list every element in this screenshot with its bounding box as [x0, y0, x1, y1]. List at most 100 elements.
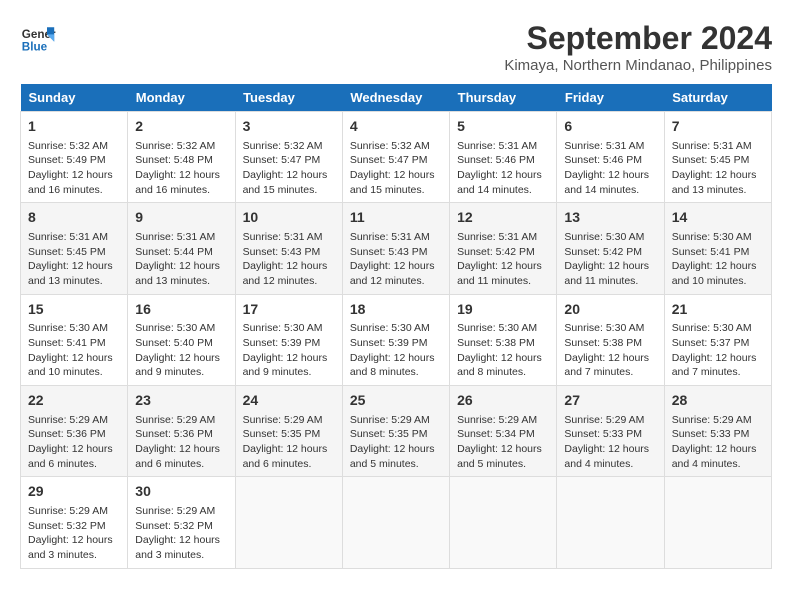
day-detail: Sunrise: 5:31 AM Sunset: 5:44 PM Dayligh… — [135, 230, 227, 289]
day-detail: Sunrise: 5:32 AM Sunset: 5:48 PM Dayligh… — [135, 139, 227, 198]
col-tuesday: Tuesday — [235, 84, 342, 112]
day-number: 3 — [243, 117, 335, 137]
day-number: 23 — [135, 391, 227, 411]
day-number: 22 — [28, 391, 120, 411]
calendar-day-cell: 12Sunrise: 5:31 AM Sunset: 5:42 PM Dayli… — [450, 203, 557, 294]
day-detail: Sunrise: 5:29 AM Sunset: 5:36 PM Dayligh… — [135, 413, 227, 472]
calendar-week-row: 1Sunrise: 5:32 AM Sunset: 5:49 PM Daylig… — [21, 112, 772, 203]
day-detail: Sunrise: 5:29 AM Sunset: 5:32 PM Dayligh… — [28, 504, 120, 563]
day-number: 9 — [135, 208, 227, 228]
calendar-day-cell: 6Sunrise: 5:31 AM Sunset: 5:46 PM Daylig… — [557, 112, 664, 203]
day-detail: Sunrise: 5:30 AM Sunset: 5:39 PM Dayligh… — [350, 321, 442, 380]
col-monday: Monday — [128, 84, 235, 112]
calendar-day-cell: 19Sunrise: 5:30 AM Sunset: 5:38 PM Dayli… — [450, 294, 557, 385]
col-saturday: Saturday — [664, 84, 771, 112]
col-wednesday: Wednesday — [342, 84, 449, 112]
calendar-week-row: 29Sunrise: 5:29 AM Sunset: 5:32 PM Dayli… — [21, 477, 772, 568]
day-detail: Sunrise: 5:31 AM Sunset: 5:43 PM Dayligh… — [350, 230, 442, 289]
day-detail: Sunrise: 5:31 AM Sunset: 5:42 PM Dayligh… — [457, 230, 549, 289]
day-detail: Sunrise: 5:29 AM Sunset: 5:34 PM Dayligh… — [457, 413, 549, 472]
day-number: 4 — [350, 117, 442, 137]
calendar-day-cell: 30Sunrise: 5:29 AM Sunset: 5:32 PM Dayli… — [128, 477, 235, 568]
calendar-day-cell — [557, 477, 664, 568]
day-number: 25 — [350, 391, 442, 411]
day-detail: Sunrise: 5:30 AM Sunset: 5:38 PM Dayligh… — [457, 321, 549, 380]
day-detail: Sunrise: 5:32 AM Sunset: 5:47 PM Dayligh… — [350, 139, 442, 198]
logo-icon: General Blue — [20, 20, 56, 56]
title-area: September 2024 Kimaya, Northern Mindanao… — [504, 20, 772, 74]
day-number: 19 — [457, 300, 549, 320]
calendar-day-cell: 11Sunrise: 5:31 AM Sunset: 5:43 PM Dayli… — [342, 203, 449, 294]
day-number: 30 — [135, 482, 227, 502]
calendar-day-cell: 15Sunrise: 5:30 AM Sunset: 5:41 PM Dayli… — [21, 294, 128, 385]
day-detail: Sunrise: 5:31 AM Sunset: 5:43 PM Dayligh… — [243, 230, 335, 289]
calendar-day-cell: 13Sunrise: 5:30 AM Sunset: 5:42 PM Dayli… — [557, 203, 664, 294]
day-detail: Sunrise: 5:29 AM Sunset: 5:33 PM Dayligh… — [672, 413, 764, 472]
day-number: 24 — [243, 391, 335, 411]
calendar-day-cell: 23Sunrise: 5:29 AM Sunset: 5:36 PM Dayli… — [128, 386, 235, 477]
day-detail: Sunrise: 5:29 AM Sunset: 5:32 PM Dayligh… — [135, 504, 227, 563]
calendar-day-cell — [342, 477, 449, 568]
calendar-week-row: 8Sunrise: 5:31 AM Sunset: 5:45 PM Daylig… — [21, 203, 772, 294]
day-number: 11 — [350, 208, 442, 228]
day-detail: Sunrise: 5:29 AM Sunset: 5:35 PM Dayligh… — [243, 413, 335, 472]
calendar-table: Sunday Monday Tuesday Wednesday Thursday… — [20, 84, 772, 569]
calendar-day-cell: 4Sunrise: 5:32 AM Sunset: 5:47 PM Daylig… — [342, 112, 449, 203]
calendar-day-cell: 29Sunrise: 5:29 AM Sunset: 5:32 PM Dayli… — [21, 477, 128, 568]
calendar-day-cell: 9Sunrise: 5:31 AM Sunset: 5:44 PM Daylig… — [128, 203, 235, 294]
calendar-day-cell: 1Sunrise: 5:32 AM Sunset: 5:49 PM Daylig… — [21, 112, 128, 203]
calendar-day-cell: 3Sunrise: 5:32 AM Sunset: 5:47 PM Daylig… — [235, 112, 342, 203]
col-thursday: Thursday — [450, 84, 557, 112]
day-detail: Sunrise: 5:29 AM Sunset: 5:35 PM Dayligh… — [350, 413, 442, 472]
calendar-day-cell: 7Sunrise: 5:31 AM Sunset: 5:45 PM Daylig… — [664, 112, 771, 203]
calendar-day-cell: 21Sunrise: 5:30 AM Sunset: 5:37 PM Dayli… — [664, 294, 771, 385]
day-number: 2 — [135, 117, 227, 137]
day-number: 12 — [457, 208, 549, 228]
day-detail: Sunrise: 5:32 AM Sunset: 5:49 PM Dayligh… — [28, 139, 120, 198]
calendar-week-row: 15Sunrise: 5:30 AM Sunset: 5:41 PM Dayli… — [21, 294, 772, 385]
calendar-day-cell: 2Sunrise: 5:32 AM Sunset: 5:48 PM Daylig… — [128, 112, 235, 203]
day-number: 5 — [457, 117, 549, 137]
day-detail: Sunrise: 5:31 AM Sunset: 5:46 PM Dayligh… — [564, 139, 656, 198]
day-number: 16 — [135, 300, 227, 320]
day-number: 18 — [350, 300, 442, 320]
day-detail: Sunrise: 5:30 AM Sunset: 5:37 PM Dayligh… — [672, 321, 764, 380]
calendar-day-cell — [450, 477, 557, 568]
col-sunday: Sunday — [21, 84, 128, 112]
col-friday: Friday — [557, 84, 664, 112]
calendar-day-cell: 26Sunrise: 5:29 AM Sunset: 5:34 PM Dayli… — [450, 386, 557, 477]
day-detail: Sunrise: 5:32 AM Sunset: 5:47 PM Dayligh… — [243, 139, 335, 198]
calendar-header-row: Sunday Monday Tuesday Wednesday Thursday… — [21, 84, 772, 112]
day-detail: Sunrise: 5:29 AM Sunset: 5:36 PM Dayligh… — [28, 413, 120, 472]
page-header: General Blue September 2024 Kimaya, Nort… — [20, 20, 772, 74]
day-number: 28 — [672, 391, 764, 411]
calendar-day-cell: 24Sunrise: 5:29 AM Sunset: 5:35 PM Dayli… — [235, 386, 342, 477]
calendar-day-cell: 20Sunrise: 5:30 AM Sunset: 5:38 PM Dayli… — [557, 294, 664, 385]
calendar-day-cell: 5Sunrise: 5:31 AM Sunset: 5:46 PM Daylig… — [450, 112, 557, 203]
day-detail: Sunrise: 5:29 AM Sunset: 5:33 PM Dayligh… — [564, 413, 656, 472]
day-number: 20 — [564, 300, 656, 320]
svg-text:Blue: Blue — [22, 41, 48, 54]
day-number: 29 — [28, 482, 120, 502]
calendar-day-cell: 27Sunrise: 5:29 AM Sunset: 5:33 PM Dayli… — [557, 386, 664, 477]
day-number: 1 — [28, 117, 120, 137]
day-number: 27 — [564, 391, 656, 411]
day-number: 7 — [672, 117, 764, 137]
day-number: 10 — [243, 208, 335, 228]
calendar-day-cell: 10Sunrise: 5:31 AM Sunset: 5:43 PM Dayli… — [235, 203, 342, 294]
day-number: 17 — [243, 300, 335, 320]
calendar-day-cell: 28Sunrise: 5:29 AM Sunset: 5:33 PM Dayli… — [664, 386, 771, 477]
day-number: 26 — [457, 391, 549, 411]
day-detail: Sunrise: 5:31 AM Sunset: 5:45 PM Dayligh… — [672, 139, 764, 198]
day-number: 13 — [564, 208, 656, 228]
day-detail: Sunrise: 5:31 AM Sunset: 5:46 PM Dayligh… — [457, 139, 549, 198]
day-detail: Sunrise: 5:30 AM Sunset: 5:38 PM Dayligh… — [564, 321, 656, 380]
day-detail: Sunrise: 5:30 AM Sunset: 5:42 PM Dayligh… — [564, 230, 656, 289]
calendar-day-cell: 16Sunrise: 5:30 AM Sunset: 5:40 PM Dayli… — [128, 294, 235, 385]
day-detail: Sunrise: 5:30 AM Sunset: 5:41 PM Dayligh… — [28, 321, 120, 380]
calendar-day-cell: 25Sunrise: 5:29 AM Sunset: 5:35 PM Dayli… — [342, 386, 449, 477]
logo: General Blue — [20, 20, 56, 56]
day-number: 14 — [672, 208, 764, 228]
calendar-day-cell — [235, 477, 342, 568]
day-number: 8 — [28, 208, 120, 228]
